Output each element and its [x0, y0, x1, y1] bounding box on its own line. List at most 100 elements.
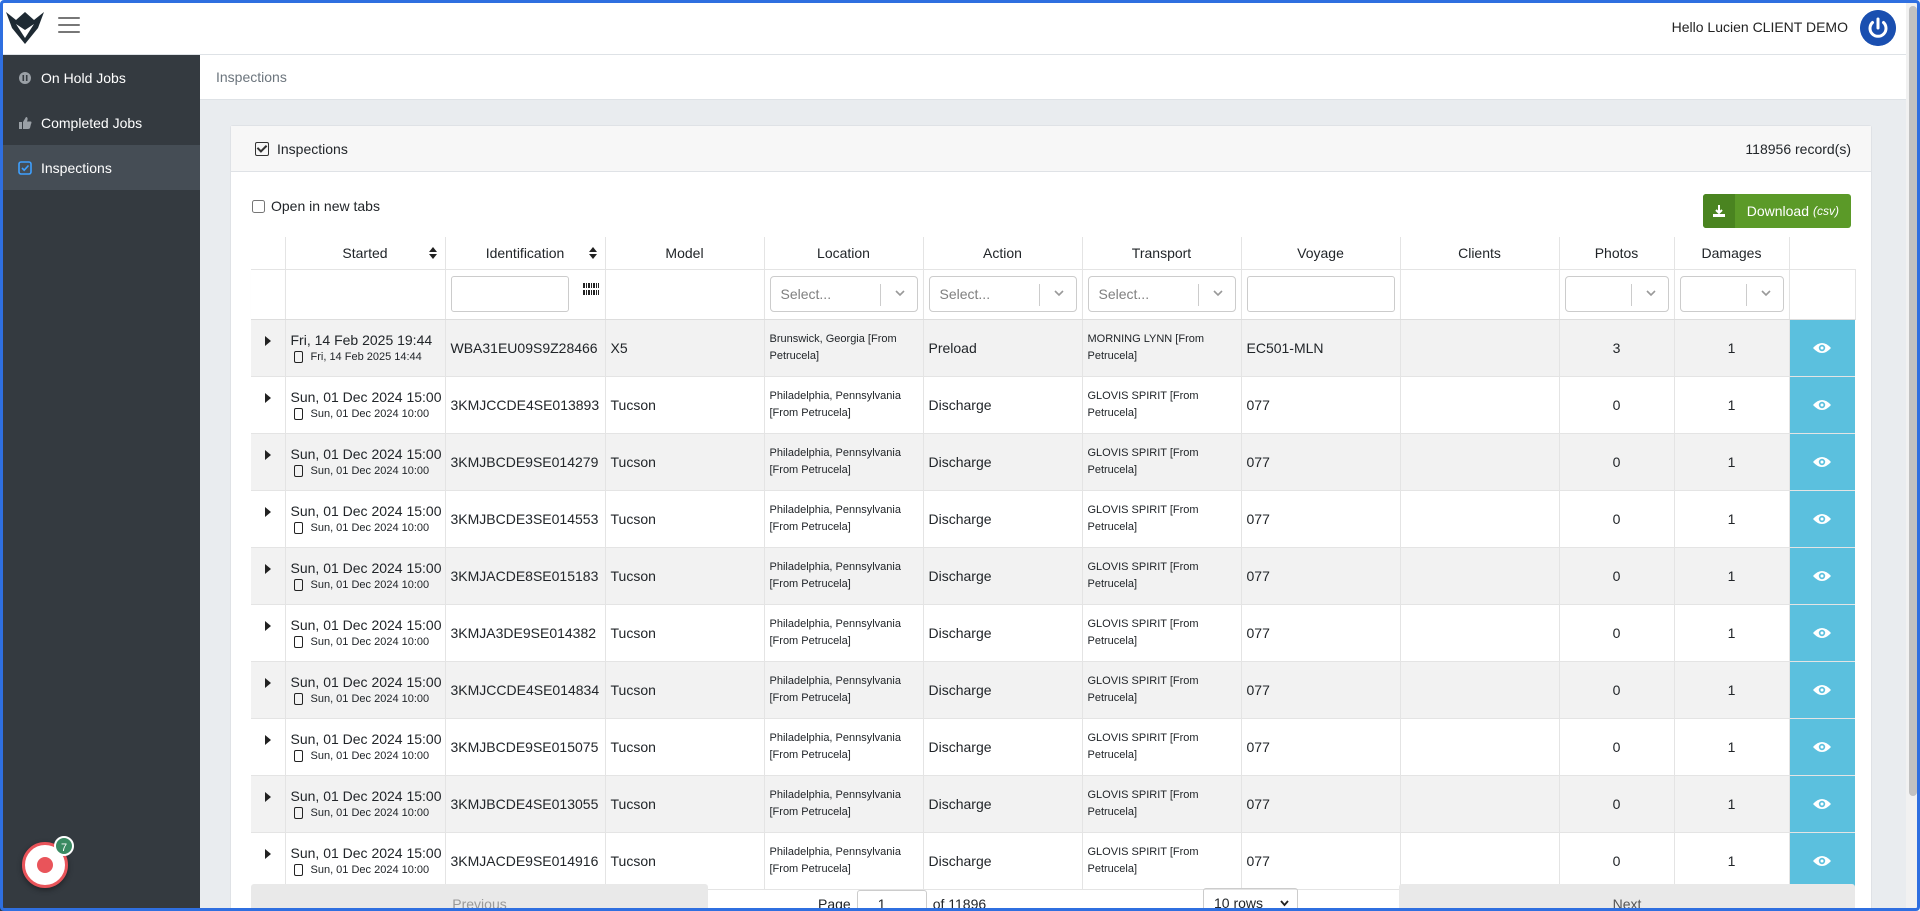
- view-button[interactable]: [1789, 319, 1855, 377]
- scrollbar-thumb[interactable]: [1909, 6, 1917, 796]
- expand-cell[interactable]: [251, 604, 286, 662]
- vertical-scrollbar[interactable]: [1906, 0, 1920, 911]
- voyage-filter-input[interactable]: [1246, 276, 1395, 312]
- view-button[interactable]: [1789, 604, 1855, 662]
- expand-caret-icon[interactable]: [264, 392, 271, 403]
- expand-caret-icon[interactable]: [264, 791, 271, 802]
- table-row[interactable]: Sun, 01 Dec 2024 15:00 Sun, 01 Dec 2024 1…: [251, 775, 1855, 833]
- power-icon[interactable]: [1860, 10, 1896, 46]
- action-select[interactable]: Select...: [928, 276, 1077, 312]
- transport-cell: GLOVIS SPIRIT [From Petrucela]: [1082, 604, 1242, 662]
- sidebar-item-label: Completed Jobs: [41, 114, 143, 131]
- view-button[interactable]: [1789, 832, 1855, 890]
- col-identification[interactable]: Identification: [445, 237, 606, 270]
- expand-cell[interactable]: [251, 490, 286, 548]
- expand-caret-icon[interactable]: [264, 335, 271, 346]
- photos-cell: 0: [1559, 718, 1675, 776]
- expand-caret-icon[interactable]: [264, 848, 271, 859]
- col-started[interactable]: Started: [285, 237, 446, 270]
- view-button[interactable]: [1789, 547, 1855, 605]
- device-date: Sun, 01 Dec 2024 10:00: [310, 465, 430, 477]
- damages-select[interactable]: [1679, 276, 1784, 312]
- eye-icon: [1813, 342, 1832, 353]
- device-date: Sun, 01 Dec 2024 10:00: [310, 864, 430, 876]
- open-in-new-tabs[interactable]: Open in new tabs: [252, 198, 380, 214]
- col-label: Started: [342, 244, 388, 261]
- download-csv-button[interactable]: Download (csv): [1702, 194, 1851, 228]
- table-row[interactable]: Sun, 01 Dec 2024 15:00 Sun, 01 Dec 2024 1…: [251, 490, 1855, 548]
- sort-icon[interactable]: [588, 246, 597, 260]
- page-number-input[interactable]: 1: [856, 890, 927, 911]
- checkbox-icon: [255, 141, 269, 156]
- table-row[interactable]: Fri, 14 Feb 2025 19:44 Fri, 14 Feb 2025 1…: [251, 319, 1855, 377]
- sort-icon[interactable]: [428, 246, 437, 260]
- expand-cell[interactable]: [251, 547, 286, 605]
- sidebar-item-on-hold-jobs[interactable]: On Hold Jobs: [0, 55, 200, 100]
- expand-cell[interactable]: [251, 718, 286, 776]
- view-button[interactable]: [1789, 433, 1855, 491]
- rows-per-page-select[interactable]: 10 rows: [1203, 888, 1298, 911]
- view-button[interactable]: [1789, 718, 1855, 776]
- expand-caret-icon[interactable]: [264, 620, 271, 631]
- view-button[interactable]: [1789, 376, 1855, 434]
- expand-caret-icon[interactable]: [264, 734, 271, 745]
- started-cell: Fri, 14 Feb 2025 19:44 Fri, 14 Feb 2025 1…: [285, 319, 446, 377]
- table-row[interactable]: Sun, 01 Dec 2024 15:00 Sun, 01 Dec 2024 1…: [251, 604, 1855, 662]
- expand-caret-icon[interactable]: [264, 563, 271, 574]
- expand-caret-icon[interactable]: [264, 449, 271, 460]
- filter-voyage: [1241, 269, 1401, 320]
- table-row[interactable]: Sun, 01 Dec 2024 15:00 Sun, 01 Dec 2024 1…: [251, 433, 1855, 491]
- table-row[interactable]: Sun, 01 Dec 2024 15:00 Sun, 01 Dec 2024 1…: [251, 661, 1855, 719]
- expand-cell[interactable]: [251, 433, 286, 491]
- expand-caret-icon[interactable]: [264, 677, 271, 688]
- location-cell: Philadelphia, Pennsylvania [From Petruce…: [764, 661, 924, 719]
- view-button[interactable]: [1789, 661, 1855, 719]
- logo-icon[interactable]: [4, 8, 46, 48]
- next-button[interactable]: Next: [1399, 884, 1855, 911]
- pagination: Previous Page 1 of 11896 10 rows Next: [251, 882, 1855, 911]
- barcode-icon[interactable]: [582, 282, 599, 295]
- breadcrumb: Inspections: [200, 55, 1906, 100]
- eye-icon: [1813, 855, 1832, 866]
- clients-cell: [1400, 604, 1560, 662]
- expand-cell[interactable]: [251, 319, 286, 377]
- col-voyage: Voyage: [1241, 237, 1401, 270]
- chevron-down-icon: [1280, 900, 1289, 907]
- clients-cell: [1400, 832, 1560, 890]
- view-button[interactable]: [1789, 775, 1855, 833]
- action-cell: Discharge: [923, 832, 1083, 890]
- identification-filter-input[interactable]: [450, 276, 569, 312]
- sidebar-item-completed-jobs[interactable]: Completed Jobs: [0, 100, 200, 145]
- expand-cell[interactable]: [251, 661, 286, 719]
- menu-toggle-icon[interactable]: [58, 17, 80, 35]
- model-cell: X5: [605, 319, 765, 377]
- transport-select[interactable]: Select...: [1087, 276, 1236, 312]
- started-cell: Sun, 01 Dec 2024 15:00 Sun, 01 Dec 2024 1…: [285, 775, 446, 833]
- open-in-new-tabs-checkbox[interactable]: [252, 199, 265, 213]
- expand-cell[interactable]: [251, 832, 286, 890]
- location-cell: Philadelphia, Pennsylvania [From Petruce…: [764, 376, 924, 434]
- filter-empty: [1400, 269, 1560, 320]
- eye-icon: [1813, 399, 1832, 410]
- table-row[interactable]: Sun, 01 Dec 2024 15:00 Sun, 01 Dec 2024 1…: [251, 376, 1855, 434]
- expand-cell[interactable]: [251, 376, 286, 434]
- table-row[interactable]: Sun, 01 Dec 2024 15:00 Sun, 01 Dec 2024 1…: [251, 718, 1855, 776]
- table-row[interactable]: Sun, 01 Dec 2024 15:00 Sun, 01 Dec 2024 1…: [251, 832, 1855, 890]
- expand-caret-icon[interactable]: [264, 506, 271, 517]
- sidebar-item-inspections[interactable]: Inspections: [0, 145, 200, 190]
- table-row[interactable]: Sun, 01 Dec 2024 15:00 Sun, 01 Dec 2024 1…: [251, 547, 1855, 605]
- damages-cell: 1: [1674, 490, 1790, 548]
- clients-cell: [1400, 319, 1560, 377]
- action-cell: Discharge: [923, 661, 1083, 719]
- mobile-device-icon: [293, 636, 303, 648]
- voyage-cell: 077: [1241, 490, 1401, 548]
- location-select[interactable]: Select...: [769, 276, 918, 312]
- view-button[interactable]: [1789, 490, 1855, 548]
- select-placeholder: Select...: [780, 286, 832, 302]
- expand-cell[interactable]: [251, 775, 286, 833]
- record-count: 118956 record(s): [1745, 140, 1851, 157]
- identification-cell: 3KMJACDE9SE014916: [445, 832, 606, 890]
- clients-cell: [1400, 718, 1560, 776]
- previous-button[interactable]: Previous: [251, 884, 708, 911]
- photos-select[interactable]: [1564, 276, 1669, 312]
